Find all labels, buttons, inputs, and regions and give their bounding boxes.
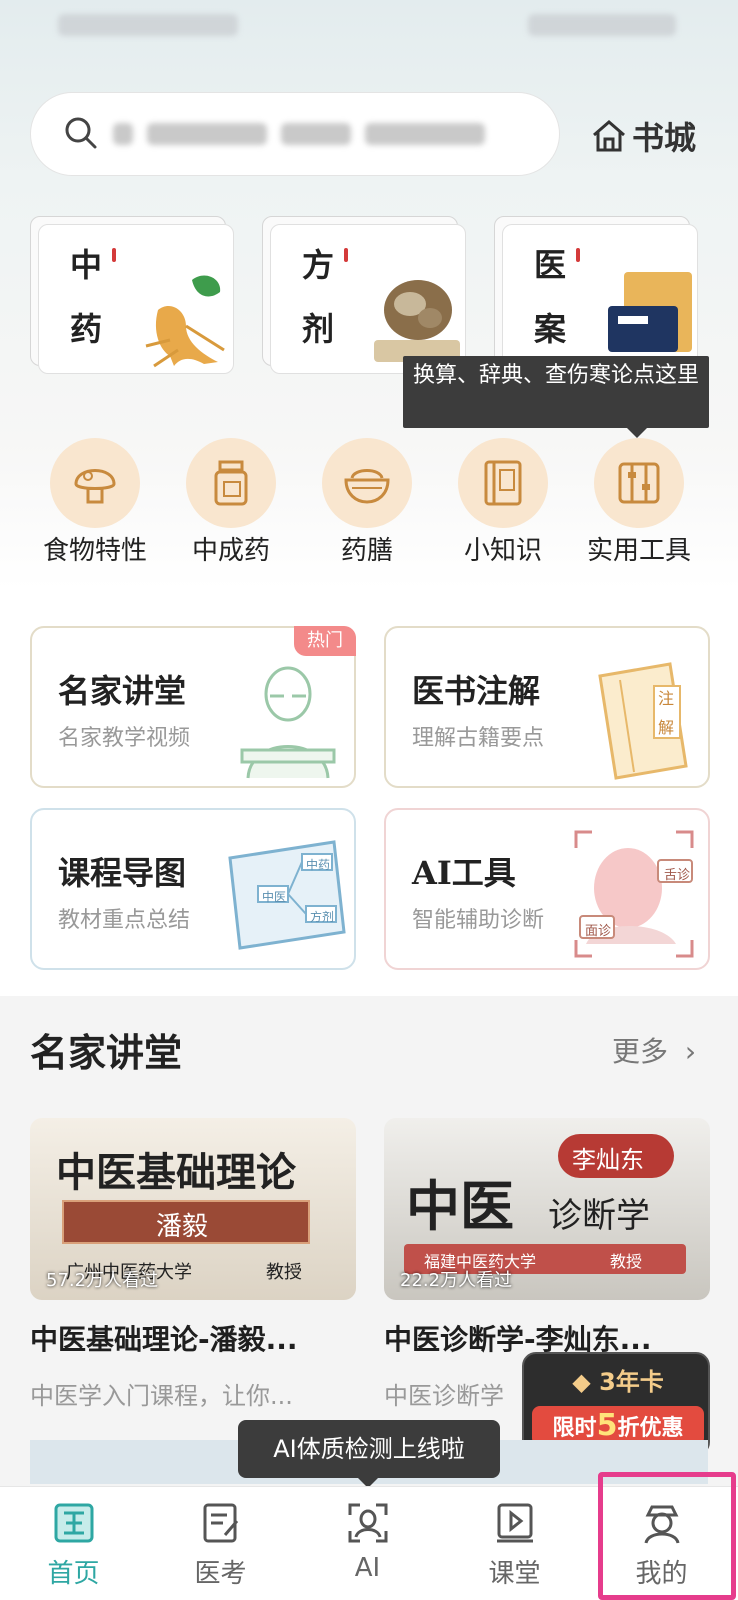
feature-title: AI工具 [412,854,516,892]
tab-label: AI [354,1553,381,1583]
patent-medicine-label: 中成药 [191,536,270,566]
diamond-icon: ◆ [572,1368,591,1396]
video-thumbnail-1[interactable]: 中医基础理论 潘毅 广州中医药大学 教授 57.2万人看过 [30,1118,356,1300]
promo-suffix: 折优惠 [617,1416,684,1441]
category-char-2: 药 [70,310,103,348]
medicinal-diet-label: 药膳 [340,536,393,566]
face-diagnosis-illustration [574,830,694,958]
video-thumbnail-2[interactable]: 中医 李灿东 诊断学 福建中医药大学 教授 22.2万人看过 [384,1118,710,1300]
thumb-title: 中医 [406,1174,514,1238]
hot-badge: 热门 [294,626,356,656]
feature-card-mindmap[interactable]: 课程导图 教材重点总结 中医 中药 方剂 [30,808,356,970]
exam-icon [203,1503,239,1543]
case-file-icon [608,272,692,352]
video-title-1[interactable]: 中医基础理论-潘毅... [30,1318,360,1358]
map-node-3: 方剂 [310,910,335,924]
patent-medicine-icon-button[interactable] [186,438,276,528]
thumb-title: 中医基础理论 [56,1149,296,1196]
promo-prefix: 限时 [552,1416,597,1441]
lecturer-illustration [240,666,336,779]
view-count: 22.2万人看过 [400,1270,513,1291]
feature-card-annotations[interactable]: 医书注解 理解古籍要点 注 解 [384,626,710,788]
tools-label: 实用工具 [586,536,691,566]
tips-icon-button[interactable] [458,438,548,528]
food-properties-icon-button[interactable] [50,438,140,528]
feature-card-ai-tools[interactable]: AI工具 智能辅助诊断 舌诊 面诊 [384,808,710,970]
category-char-2: 剂 [302,310,335,348]
medicine-bottle-icon [214,460,248,506]
tongue-diagnosis-tag: 舌诊 [664,868,691,883]
category-char-1: 医 [534,246,567,284]
promo-card-label: 3年卡 [599,1368,664,1396]
tab-exam[interactable]: 医考 [147,1487,294,1600]
thumb-name: 潘毅 [156,1212,209,1242]
thumb-subtitle: 诊断学 [548,1196,650,1236]
tab-label: 医考 [194,1559,247,1589]
abacus-icon [618,462,660,504]
category-char-2: 案 [534,310,567,348]
thumb-name: 李灿东 [572,1146,644,1174]
feature-title: 课程导图 [58,854,187,892]
book-icon [484,460,522,506]
thumb-role: 教授 [610,1252,643,1271]
tab-ai[interactable]: AI [294,1487,441,1600]
classroom-icon [497,1503,533,1543]
category-card-formulas[interactable]: 方 剂 [262,216,466,374]
food-bowl-icon [344,469,390,504]
search-placeholder-blurred [113,113,533,155]
book-art-char-1: 注 [658,689,675,708]
map-node-1: 中医 [262,890,287,904]
feature-subtitle: 智能辅助诊断 [412,908,545,933]
tab-label: 首页 [47,1559,100,1589]
more-label: 更多 [612,1035,669,1068]
category-char-1: 中 [70,246,103,284]
feature-title: 名家讲堂 [58,672,187,710]
profile-tab-highlight [598,1472,736,1600]
promo-number: 5 [596,1408,618,1443]
ai-scan-icon [348,1503,388,1543]
video-subtitle-2: 中医诊断学 [384,1382,504,1410]
thumb-role: 教授 [266,1262,302,1283]
home-icon [54,1503,94,1543]
section-title: 名家讲堂 [30,1030,183,1075]
map-node-2: 中药 [306,858,331,872]
feature-subtitle: 理解古籍要点 [412,726,545,751]
annotated-book-illustration [598,662,688,780]
tools-icon-button[interactable] [594,438,684,528]
bookstore-button[interactable]: 书城 [590,108,696,164]
feature-subtitle: 名家教学视频 [58,726,191,751]
bookstore-label: 书城 [632,119,697,157]
status-bar [0,0,738,50]
feature-subtitle: 教材重点总结 [58,908,191,933]
tab-home[interactable]: 首页 [0,1487,147,1600]
view-count: 57.2万人看过 [46,1270,159,1291]
ai-tooltip: AI体质检测上线啦 [238,1420,500,1488]
herb-pile-icon [374,280,460,362]
medicinal-diet-icon-button[interactable] [322,438,412,528]
face-diagnosis-tag: 面诊 [585,924,612,939]
tips-label: 小知识 [463,536,542,566]
book-art-char-2: 解 [658,718,675,737]
search-icon [65,117,97,149]
more-link[interactable]: 更多 › [612,1030,696,1070]
mushroom-icon [74,469,116,504]
category-card-cases[interactable]: 医 案 [494,216,698,374]
tab-label: 课堂 [488,1559,541,1589]
tab-classroom[interactable]: 课堂 [441,1487,588,1600]
feature-title: 医书注解 [412,672,541,710]
search-input[interactable] [30,92,560,176]
home-outline-icon [593,120,625,152]
tools-tooltip: 换算、辞典、查伤寒论点这里 [403,356,709,438]
ginseng-icon [145,275,225,368]
feature-card-lectures[interactable]: 名家讲堂 名家教学视频 热门 [30,626,356,788]
category-char-1: 方 [302,246,335,284]
food-properties-label: 食物特性 [42,536,147,566]
category-card-herbs[interactable]: 中 药 [30,216,234,374]
video-subtitle-1: 中医学入门课程，让你... [30,1382,293,1410]
chevron-right-icon: › [684,1035,697,1068]
